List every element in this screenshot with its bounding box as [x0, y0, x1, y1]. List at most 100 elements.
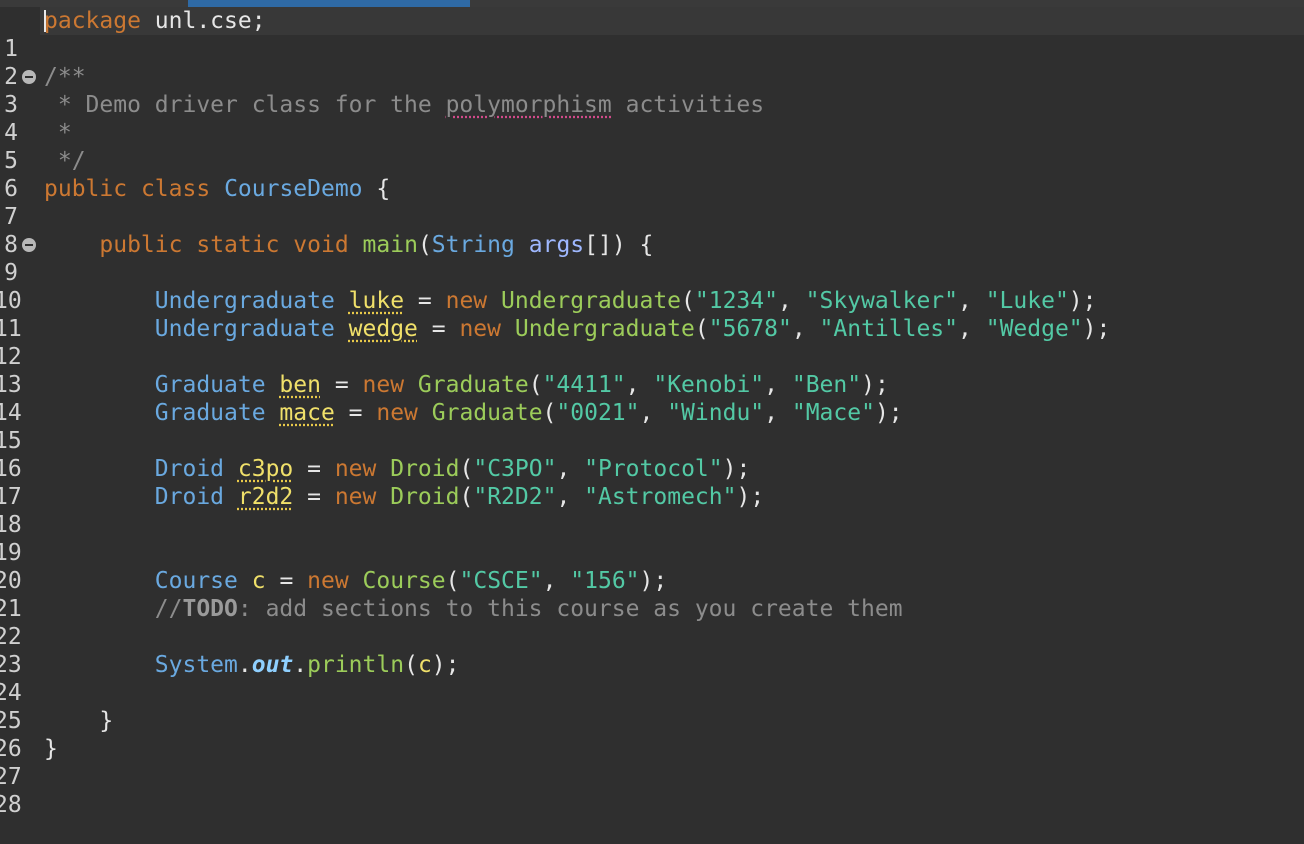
- code-line[interactable]: 27 }: [0, 735, 58, 790]
- local-variable[interactable]: ben: [279, 372, 321, 398]
- closing-brace: }: [99, 708, 114, 734]
- constructor-call[interactable]: Droid: [390, 484, 459, 510]
- punctuation: ,: [958, 288, 986, 314]
- code-line[interactable]: 22 //TODO: add sections to this course a…: [0, 595, 903, 650]
- punctuation: (: [681, 288, 695, 314]
- code-line[interactable]: 5 *: [0, 119, 72, 174]
- code-editor[interactable]: 1 package unl.cse; 2 3 /** 4 * Demo driv…: [0, 0, 1304, 844]
- type-name[interactable]: Droid: [155, 484, 224, 510]
- code-line[interactable]: 28: [0, 763, 55, 818]
- code-line[interactable]: 17 Droid c3po = new Droid("C3PO", "Proto…: [0, 455, 750, 510]
- code-line[interactable]: 6 */: [0, 147, 85, 202]
- code-line[interactable]: 2: [0, 35, 55, 90]
- local-variable[interactable]: wedge: [349, 316, 418, 342]
- string-literal: "5678": [708, 316, 792, 342]
- class-name[interactable]: CourseDemo: [224, 176, 362, 202]
- type-name[interactable]: Graduate: [155, 400, 266, 426]
- code-line[interactable]: 26 }: [0, 707, 113, 762]
- punctuation: ,: [764, 372, 792, 398]
- code-line[interactable]: 14 Graduate ben = new Graduate("4411", "…: [0, 371, 889, 426]
- local-variable[interactable]: luke: [349, 288, 404, 314]
- punctuation: ,: [625, 372, 654, 398]
- constructor-call[interactable]: Undergraduate: [515, 316, 695, 342]
- code-line[interactable]: 10: [0, 259, 55, 314]
- doc-comment: activities: [611, 92, 765, 118]
- operator: =: [334, 400, 377, 426]
- type-name[interactable]: Course: [155, 568, 238, 594]
- code-line[interactable]: 16: [0, 427, 55, 482]
- code-line[interactable]: 21 Course c = new Course("CSCE", "156");: [0, 567, 667, 622]
- code-line[interactable]: 9 public static void main(String args[])…: [0, 231, 653, 286]
- operator: =: [293, 484, 335, 510]
- code-line[interactable]: 3 /**: [0, 63, 85, 118]
- constructor-call[interactable]: Droid: [390, 456, 459, 482]
- code-line[interactable]: 11 Undergraduate luke = new Undergraduat…: [0, 287, 1097, 342]
- type-name[interactable]: Droid: [155, 456, 224, 482]
- operator: =: [320, 372, 363, 398]
- constructor-call[interactable]: Course: [363, 568, 446, 594]
- local-variable[interactable]: r2d2: [238, 484, 293, 510]
- operator: =: [417, 316, 460, 342]
- class-name[interactable]: System: [155, 652, 238, 678]
- todo-marker[interactable]: TODO: [182, 596, 237, 622]
- spelling-error-word[interactable]: polymorphism: [446, 92, 612, 118]
- punctuation: (: [542, 400, 557, 426]
- punctuation: ,: [556, 456, 585, 482]
- code-line[interactable]: 4 * Demo driver class for the polymorphi…: [0, 91, 764, 146]
- code-line[interactable]: 24 System.out.println(c);: [0, 651, 460, 706]
- punctuation: {: [362, 176, 391, 202]
- string-literal: "Mace": [791, 400, 875, 426]
- punctuation: );: [861, 372, 889, 398]
- code-line[interactable]: 20: [0, 539, 55, 594]
- punctuation: );: [1068, 288, 1097, 314]
- string-literal: "0021": [556, 400, 640, 426]
- string-literal: "Protocol": [584, 456, 723, 482]
- method-name[interactable]: main: [363, 232, 418, 258]
- punctuation: (: [459, 484, 474, 510]
- method-call[interactable]: println: [307, 652, 404, 678]
- code-line[interactable]: 15 Graduate mace = new Graduate("0021", …: [0, 399, 903, 454]
- local-variable[interactable]: c: [252, 568, 266, 594]
- code-line[interactable]: 23: [0, 623, 55, 678]
- type-name[interactable]: Undergraduate: [155, 316, 335, 342]
- constructor-call[interactable]: Graduate: [418, 372, 529, 398]
- punctuation: ,: [958, 316, 986, 342]
- operator: =: [404, 288, 446, 314]
- punctuation: (: [404, 652, 418, 678]
- operator: =: [293, 456, 335, 482]
- code-line[interactable]: 25: [0, 679, 55, 734]
- code-line[interactable]: 7 public class CourseDemo {: [0, 175, 390, 230]
- code-line[interactable]: 13: [0, 343, 55, 398]
- punctuation: .: [293, 652, 308, 678]
- fold-collapse-icon[interactable]: [22, 70, 36, 84]
- constructor-call[interactable]: Undergraduate: [501, 288, 681, 314]
- punctuation: );: [722, 456, 751, 482]
- local-variable[interactable]: c: [418, 652, 432, 678]
- type-name[interactable]: Undergraduate: [155, 288, 335, 314]
- punctuation: (: [445, 568, 460, 594]
- string-literal: "R2D2": [473, 484, 557, 510]
- text-caret: [44, 10, 46, 32]
- string-literal: "Windu": [667, 400, 765, 426]
- doc-comment: */: [44, 148, 86, 174]
- type-name[interactable]: String: [432, 232, 515, 258]
- static-field[interactable]: out: [252, 652, 294, 678]
- code-line[interactable]: 8: [0, 203, 55, 258]
- keyword: package: [44, 8, 141, 34]
- string-literal: "Astromech": [584, 484, 737, 510]
- local-variable[interactable]: mace: [279, 400, 334, 426]
- code-line[interactable]: 1 package unl.cse;: [0, 7, 265, 62]
- punctuation: .: [237, 652, 252, 678]
- string-literal: "Kenobi": [653, 372, 765, 398]
- string-literal: "1234": [694, 288, 778, 314]
- package-name: unl.cse;: [140, 8, 266, 34]
- type-name[interactable]: Graduate: [155, 372, 266, 398]
- code-line[interactable]: 18 Droid r2d2 = new Droid("R2D2", "Astro…: [0, 483, 764, 538]
- constructor-call[interactable]: Graduate: [432, 400, 543, 426]
- fold-collapse-icon[interactable]: [22, 238, 36, 252]
- code-line[interactable]: 12 Undergraduate wedge = new Undergradua…: [0, 315, 1110, 370]
- local-variable[interactable]: c3po: [238, 456, 293, 482]
- horizontal-scroll-thumb[interactable]: [188, 0, 470, 7]
- parameter-name[interactable]: args: [529, 232, 584, 258]
- code-line[interactable]: 19: [0, 511, 55, 566]
